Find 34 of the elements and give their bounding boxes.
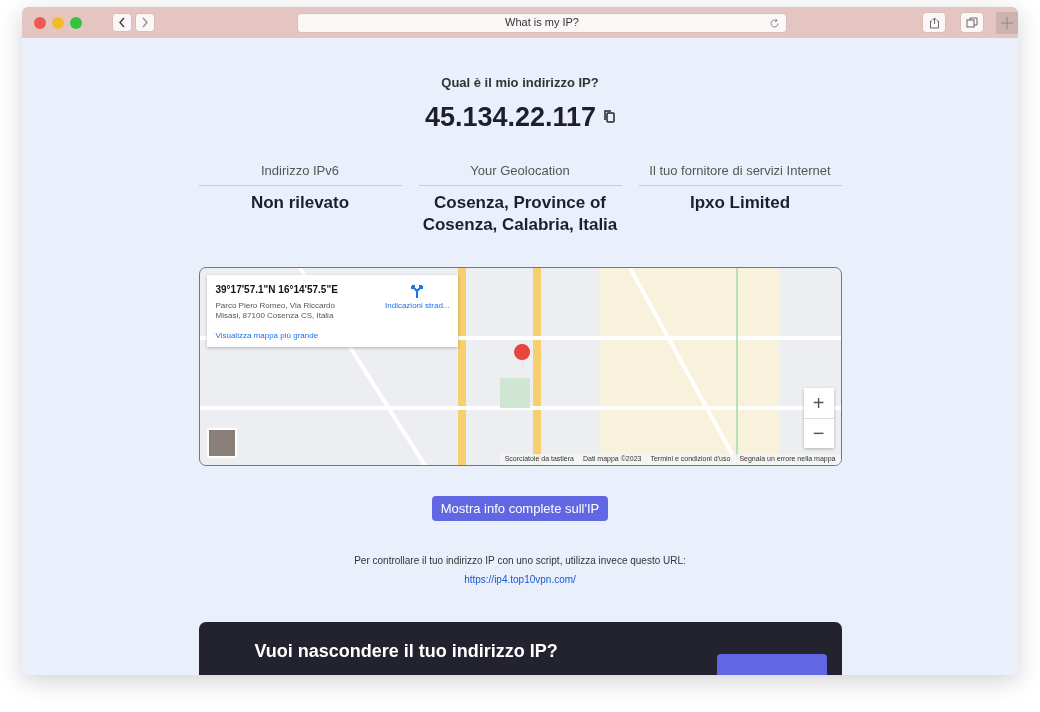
info-label: Your Geolocation (418, 161, 622, 186)
script-url-link[interactable]: https://ip4.top10vpn.com/ (464, 572, 576, 588)
back-button[interactable] (112, 13, 132, 32)
info-label: Il tuo fornitore di servizi Internet (638, 161, 842, 186)
address-text: Parco Piero Romeo, Via Riccardo Misasi, 87100 Cosenza CS, Italia (215, 300, 336, 322)
script-note: Per controllare il tuo indirizzo IP con uno script, utilizza invece questo URL: (354, 554, 686, 569)
info-value: Cosenza, Province of Cosenza, Calabria, Italia (421, 191, 619, 236)
chevron-left-icon (118, 17, 126, 28)
tabs-button[interactable] (960, 12, 984, 33)
tabs-icon (966, 17, 978, 28)
question-heading: Qual è il mio indirizzo IP? (441, 74, 599, 92)
plus-icon (1001, 16, 1013, 29)
address-bar[interactable]: What is my IP? (297, 12, 787, 33)
copy-icon[interactable] (604, 110, 616, 124)
zoom-in-button[interactable]: + (803, 387, 834, 418)
chevron-right-icon (141, 17, 149, 28)
ip-address: 45.134.22.117 (424, 100, 597, 134)
info-label: Indirizzo IPv6 (198, 161, 402, 186)
share-button[interactable] (922, 12, 946, 33)
satellite-thumbnail[interactable] (206, 427, 237, 458)
reload-icon[interactable] (769, 17, 780, 29)
directions-link[interactable]: Indicazioni strad... (385, 299, 450, 312)
info-value: Non rilevato (249, 191, 351, 214)
directions-icon[interactable] (410, 283, 425, 298)
info-value: Ipxo Limited (688, 191, 792, 214)
banner-title: Vuoi nascondere il tuo indirizzo IP? (254, 640, 558, 664)
zoom-out-button[interactable]: − (803, 417, 834, 448)
larger-map-link[interactable]: Visualizza mappa più grande (215, 330, 319, 343)
close-button[interactable] (34, 16, 46, 29)
new-tab-button[interactable] (996, 11, 1018, 34)
coordinates-text: 39°17'57.1"N 16°14'57.5"E (215, 282, 338, 297)
maximize-button[interactable] (70, 16, 82, 29)
full-info-button[interactable]: Mostra info complete sull'IP (431, 495, 609, 522)
share-icon (928, 16, 940, 29)
